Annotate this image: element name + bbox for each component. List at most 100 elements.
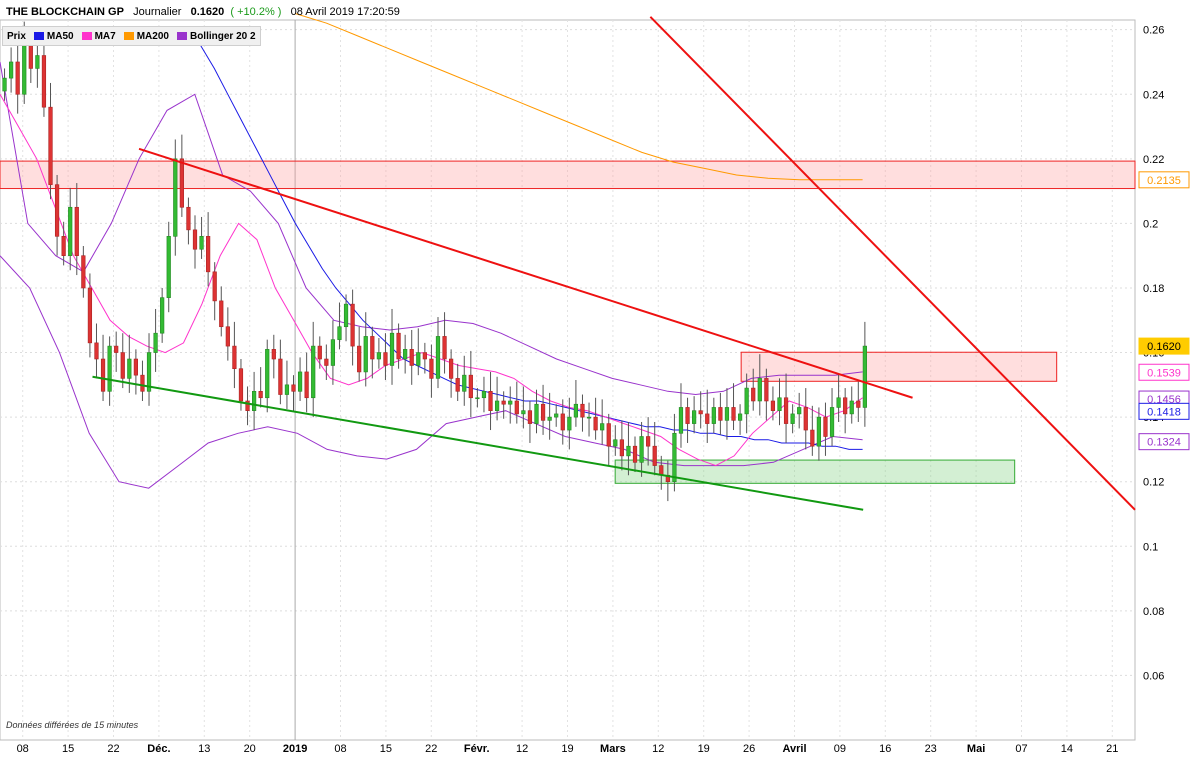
candle-down[interactable] <box>41 55 47 108</box>
candle-up[interactable] <box>376 352 381 360</box>
candle-down[interactable] <box>527 410 533 424</box>
candle-down[interactable] <box>54 184 60 237</box>
candle-down[interactable] <box>488 391 493 411</box>
candle-down[interactable] <box>442 336 447 360</box>
candle-up[interactable] <box>829 407 835 437</box>
candle-down[interactable] <box>783 397 789 424</box>
candle-up[interactable] <box>508 400 513 405</box>
candle-down[interactable] <box>28 45 33 69</box>
candle-down[interactable] <box>705 413 710 424</box>
candle-up[interactable] <box>251 391 257 411</box>
candle-up[interactable] <box>737 413 743 421</box>
candle-down[interactable] <box>646 436 651 447</box>
candle-down[interactable] <box>140 374 145 392</box>
candle-down[interactable] <box>685 407 690 424</box>
candle-down[interactable] <box>114 345 119 353</box>
candle-up[interactable] <box>22 45 27 95</box>
candle-up[interactable] <box>586 416 592 419</box>
candle-up[interactable] <box>554 413 559 418</box>
candle-up[interactable] <box>678 407 684 434</box>
candle-down[interactable] <box>409 349 414 366</box>
candle-up[interactable] <box>435 336 441 379</box>
chart[interactable]: 0.260.240.220.20.180.160.140.120.10.080.… <box>0 0 1200 756</box>
candle-down[interactable] <box>81 255 86 289</box>
candle-down[interactable] <box>271 349 276 360</box>
legend-item-ma50[interactable]: MA50 <box>33 31 74 42</box>
candle-down[interactable] <box>823 416 828 437</box>
candle-down[interactable] <box>560 413 565 431</box>
candle-down[interactable] <box>258 391 263 399</box>
candle-up[interactable] <box>573 403 579 418</box>
candle-up[interactable] <box>672 432 677 483</box>
candle-down[interactable] <box>232 345 237 369</box>
candle-down[interactable] <box>74 206 79 256</box>
candle-up[interactable] <box>416 352 421 366</box>
candle-down[interactable] <box>843 397 848 415</box>
candle-up[interactable] <box>311 345 316 399</box>
candle-down[interactable] <box>514 400 519 415</box>
candle-up[interactable] <box>692 410 697 424</box>
candle-up[interactable] <box>403 349 408 360</box>
candle-down[interactable] <box>186 206 191 231</box>
candle-up[interactable] <box>494 400 500 411</box>
candle-down[interactable] <box>192 229 198 250</box>
candle-down[interactable] <box>48 106 53 185</box>
candle-up[interactable] <box>757 378 762 402</box>
candle-down[interactable] <box>764 378 769 402</box>
candle-down[interactable] <box>219 300 224 328</box>
candle-up[interactable] <box>790 413 795 424</box>
candle-up[interactable] <box>173 158 178 237</box>
candle-up[interactable] <box>797 407 802 415</box>
candle-up[interactable] <box>389 332 395 366</box>
candle-down[interactable] <box>225 326 230 347</box>
candle-up[interactable] <box>711 407 716 424</box>
candle-up[interactable] <box>816 416 822 447</box>
candle-down[interactable] <box>383 352 388 366</box>
candle-up[interactable] <box>724 407 730 421</box>
candle-down[interactable] <box>429 358 434 379</box>
candle-down[interactable] <box>61 236 66 256</box>
candle-down[interactable] <box>770 400 776 411</box>
candle-down[interactable] <box>540 403 546 421</box>
candle-down[interactable] <box>317 345 322 360</box>
candle-up[interactable] <box>166 236 171 298</box>
candle-up[interactable] <box>297 371 303 392</box>
candle-up[interactable] <box>547 416 552 421</box>
candle-up[interactable] <box>481 391 487 399</box>
candle-down[interactable] <box>100 358 106 392</box>
candle-down[interactable] <box>468 374 473 399</box>
legend-item-ma200[interactable]: MA200 <box>123 31 169 42</box>
candle-up[interactable] <box>534 403 539 424</box>
candle-down[interactable] <box>357 345 362 373</box>
candle-down[interactable] <box>291 384 296 392</box>
candle-down[interactable] <box>632 445 638 463</box>
candle-down[interactable] <box>206 236 211 273</box>
candle-down[interactable] <box>87 287 93 344</box>
candle-down[interactable] <box>593 416 598 431</box>
candle-up[interactable] <box>337 326 342 340</box>
candle-down[interactable] <box>810 429 815 447</box>
candle-up[interactable] <box>363 336 368 373</box>
chart-canvas[interactable]: 0.260.240.220.20.180.160.140.120.10.080.… <box>0 0 1200 756</box>
legend-item-bollinger[interactable]: Bollinger 20 2 <box>176 31 256 42</box>
candle-down[interactable] <box>455 378 460 392</box>
candle-up[interactable] <box>600 423 605 431</box>
candle-up[interactable] <box>521 410 526 415</box>
candle-down[interactable] <box>15 61 20 95</box>
candle-up[interactable] <box>199 236 204 250</box>
candle-down[interactable] <box>580 403 585 418</box>
legend-item-prix[interactable]: Prix <box>7 31 26 42</box>
candle-up[interactable] <box>836 397 841 408</box>
candle-up[interactable] <box>639 436 644 463</box>
legend-item-ma7[interactable]: MA7 <box>81 31 116 42</box>
candle-up[interactable] <box>777 397 782 411</box>
candle-up[interactable] <box>68 206 73 256</box>
candle-down[interactable] <box>718 407 723 421</box>
candle-up[interactable] <box>153 332 158 353</box>
candle-down[interactable] <box>606 423 611 447</box>
candle-down[interactable] <box>619 439 624 457</box>
candle-up[interactable] <box>265 349 270 399</box>
candle-down[interactable] <box>803 407 808 431</box>
candle-down[interactable] <box>238 368 244 402</box>
candle-down[interactable] <box>133 358 138 376</box>
